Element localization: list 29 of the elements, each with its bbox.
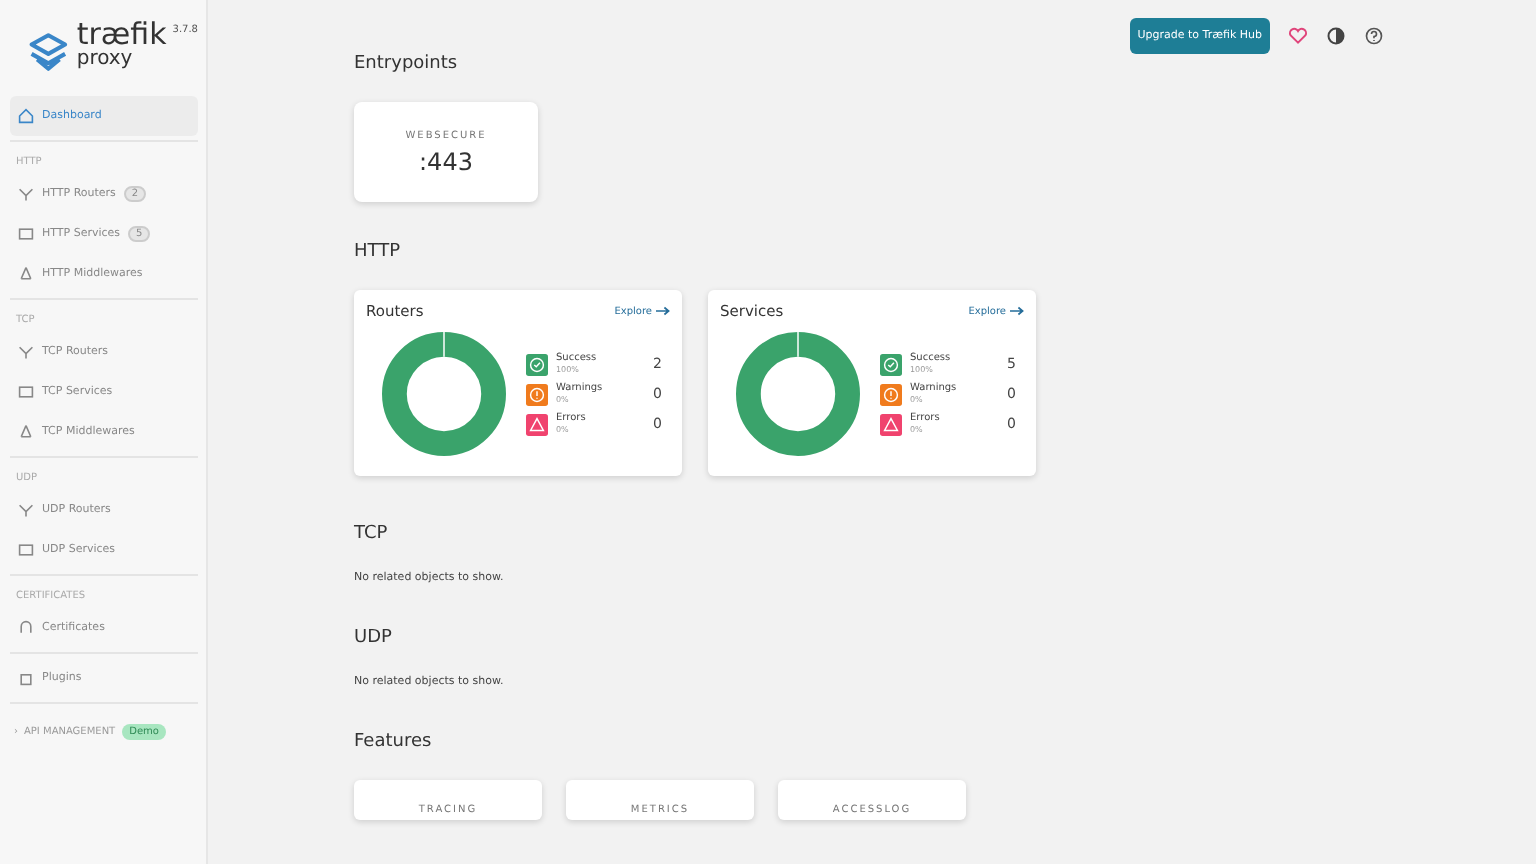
server-icon [18, 384, 34, 400]
network-icon [18, 344, 34, 360]
section-title: TCP [354, 524, 390, 544]
logo-icon [26, 28, 71, 76]
logo-name: træfik [76, 20, 167, 50]
warning-triangle-icon [880, 413, 902, 435]
server-icon [18, 542, 34, 558]
heart-icon[interactable] [1288, 26, 1308, 46]
alert-icon [880, 383, 902, 405]
server-icon [18, 226, 34, 242]
donut-drawing [736, 332, 860, 456]
contrast-icon[interactable] [1326, 26, 1346, 46]
warning-triangle-icon [526, 413, 548, 435]
donut-drawing [382, 332, 506, 456]
arrow-icon[interactable] [1010, 306, 1024, 316]
check-icon [526, 353, 548, 375]
section-title: UDP [354, 628, 394, 648]
home-icon [18, 108, 34, 124]
network-icon [18, 502, 34, 518]
help-icon[interactable] [1364, 26, 1384, 46]
section-title: HTTP [354, 242, 403, 262]
check-icon [880, 353, 902, 375]
network-icon [18, 186, 34, 202]
logo-subtitle: proxy [76, 50, 135, 70]
section-title: Entrypoints [354, 54, 460, 74]
entrypoint-port: :443 [419, 147, 473, 175]
alert-icon [526, 383, 548, 405]
arrow-icon[interactable] [656, 306, 670, 316]
section-title: Features [354, 732, 434, 752]
